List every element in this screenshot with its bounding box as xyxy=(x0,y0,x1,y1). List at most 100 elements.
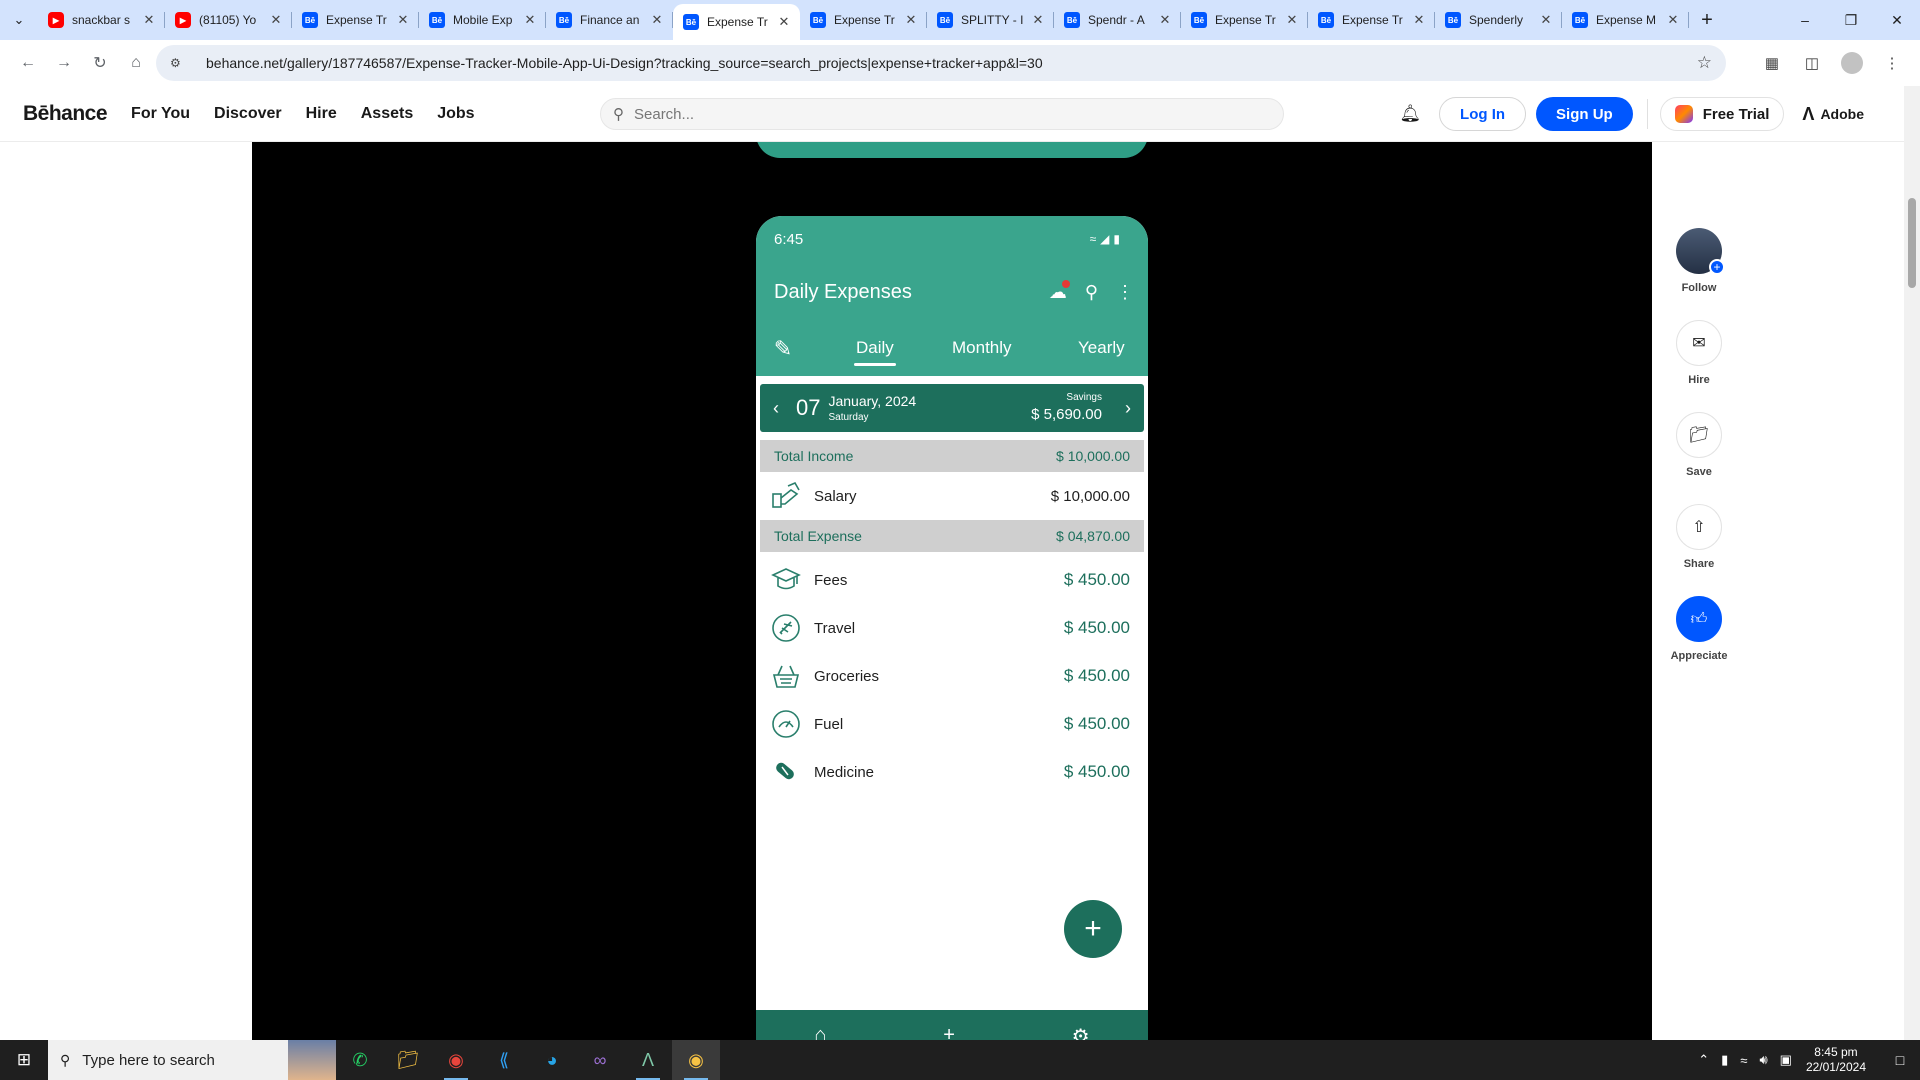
login-button[interactable]: Log In xyxy=(1439,97,1527,131)
list-item[interactable]: Travel $ 450.00 xyxy=(756,604,1148,652)
browser-tab[interactable]: Bē Expense Tr ✕ xyxy=(1181,0,1308,40)
close-tab-icon[interactable]: ✕ xyxy=(1157,12,1173,28)
follow-action[interactable]: + Follow xyxy=(1676,228,1725,294)
nav-assets[interactable]: Assets xyxy=(361,105,413,123)
browser-tab[interactable]: Bē Spendr - A ✕ xyxy=(1054,0,1181,40)
edit-pencil-icon[interactable]: ✎ xyxy=(756,336,810,362)
chrome-icon[interactable]: ◉ xyxy=(432,1040,480,1080)
list-item[interactable]: Fees $ 450.00 xyxy=(756,556,1148,604)
hire-action[interactable]: ✉ Hire xyxy=(1676,320,1722,386)
new-tab-button[interactable]: + xyxy=(1689,9,1725,32)
language-icon[interactable]: ▣ xyxy=(1780,1052,1792,1068)
browser-tab[interactable]: Bē SPLITTY - I ✕ xyxy=(927,0,1054,40)
edge-icon[interactable]: ◕ xyxy=(528,1040,576,1080)
more-vert-icon[interactable]: ⋮ xyxy=(1116,282,1134,303)
tab-daily[interactable]: Daily xyxy=(854,338,896,366)
browser-tab[interactable]: ▶ snackbar s ✕ xyxy=(38,0,165,40)
close-tab-icon[interactable]: ✕ xyxy=(649,12,665,28)
chevron-left-icon[interactable]: ‹ xyxy=(760,398,792,419)
page-scrollbar[interactable] xyxy=(1904,86,1920,1040)
adobe-link[interactable]: Λ Adobe xyxy=(1802,104,1864,125)
close-tab-icon[interactable]: ✕ xyxy=(1284,12,1300,28)
home-icon[interactable]: ⌂ xyxy=(118,45,154,81)
close-tab-icon[interactable]: ✕ xyxy=(776,14,792,30)
forward-icon[interactable]: → xyxy=(46,45,82,81)
chrome-active-icon[interactable]: ◉ xyxy=(672,1040,720,1080)
close-tab-icon[interactable]: ✕ xyxy=(268,12,284,28)
url-text[interactable]: behance.net/gallery/187746587/Expense-Tr… xyxy=(206,55,1043,71)
tab-search-chevron-icon[interactable]: ⌄ xyxy=(0,0,38,40)
folder-icon[interactable]: 📁︎ xyxy=(1676,412,1722,458)
whatsapp-icon[interactable]: ✆ xyxy=(336,1040,384,1080)
close-tab-icon[interactable]: ✕ xyxy=(1665,12,1681,28)
browser-menu-icon[interactable]: ⋮ xyxy=(1872,45,1912,81)
close-tab-icon[interactable]: ✕ xyxy=(1030,12,1046,28)
close-tab-icon[interactable]: ✕ xyxy=(1538,12,1554,28)
owner-avatar[interactable]: + xyxy=(1676,228,1725,275)
reload-icon[interactable]: ↻ xyxy=(82,45,118,81)
scrollbar-thumb[interactable] xyxy=(1908,198,1916,288)
taskbar-search[interactable]: ⚲ Type here to search xyxy=(48,1040,336,1080)
profile-avatar[interactable] xyxy=(1841,52,1863,74)
browser-tab[interactable]: Bē Spenderly ✕ xyxy=(1435,0,1562,40)
free-trial-button[interactable]: Free Trial xyxy=(1659,97,1785,131)
android-studio-icon[interactable]: Λ xyxy=(624,1040,672,1080)
cloud-upload-icon[interactable]: ☁ xyxy=(1049,279,1070,303)
close-tab-icon[interactable]: ✕ xyxy=(395,12,411,28)
nav-for-you[interactable]: For You xyxy=(131,105,190,123)
save-action[interactable]: 📁︎ Save xyxy=(1676,412,1722,478)
browser-tab[interactable]: Bē Expense Tr ✕ xyxy=(673,4,800,40)
battery-icon[interactable]: ▮ xyxy=(1721,1052,1728,1068)
side-panel-icon[interactable]: ◫ xyxy=(1792,45,1832,81)
minimize-icon[interactable]: – xyxy=(1782,0,1828,40)
thumbs-up-icon[interactable]: 👍︎ xyxy=(1676,596,1722,642)
search-icon[interactable]: ⚲ xyxy=(1085,282,1098,303)
share-icon[interactable]: ⇧ xyxy=(1676,504,1722,550)
site-info-icon[interactable]: ⚙ xyxy=(170,56,188,70)
windows-start-icon[interactable]: ⊞ xyxy=(0,1040,48,1080)
show-hidden-icons-icon[interactable]: ⌃ xyxy=(1698,1052,1709,1068)
list-item[interactable]: Groceries $ 450.00 xyxy=(756,652,1148,700)
list-item[interactable]: Fuel $ 450.00 xyxy=(756,700,1148,748)
extensions-icon[interactable]: ▦ xyxy=(1752,45,1792,81)
close-tab-icon[interactable]: ✕ xyxy=(141,12,157,28)
nav-discover[interactable]: Discover xyxy=(214,105,282,123)
close-tab-icon[interactable]: ✕ xyxy=(903,12,919,28)
add-expense-fab[interactable]: + xyxy=(1064,900,1122,958)
browser-tab[interactable]: ▶ (81105) Yo ✕ xyxy=(165,0,292,40)
behance-logo[interactable]: Bēhance xyxy=(23,102,108,126)
vscode-icon[interactable]: ⟪ xyxy=(480,1040,528,1080)
notification-bell-icon[interactable]: 🔔︎ xyxy=(1399,104,1421,124)
chevron-right-icon[interactable]: › xyxy=(1112,398,1144,419)
behance-search-box[interactable]: ⚲ xyxy=(600,98,1284,130)
share-action[interactable]: ⇧ Share xyxy=(1676,504,1722,570)
nav-jobs[interactable]: Jobs xyxy=(437,105,474,123)
behance-search-input[interactable] xyxy=(634,105,1234,123)
bookmark-star-icon[interactable]: ☆ xyxy=(1697,53,1712,73)
browser-tab[interactable]: Bē Expense Tr ✕ xyxy=(292,0,419,40)
list-item[interactable]: Salary $ 10,000.00 xyxy=(756,472,1148,520)
list-item[interactable]: Medicine $ 450.00 xyxy=(756,748,1148,796)
visual-studio-icon[interactable]: ∞ xyxy=(576,1040,624,1080)
browser-tab[interactable]: Bē Mobile Exp ✕ xyxy=(419,0,546,40)
mail-icon[interactable]: ✉ xyxy=(1676,320,1722,366)
add-icon[interactable]: + xyxy=(943,1024,955,1040)
browser-tab[interactable]: Bē Expense Tr ✕ xyxy=(1308,0,1435,40)
tab-yearly[interactable]: Yearly xyxy=(1078,338,1125,358)
browser-tab[interactable]: Bē Finance an ✕ xyxy=(546,0,673,40)
nav-hire[interactable]: Hire xyxy=(306,105,337,123)
tab-monthly[interactable]: Monthly xyxy=(952,338,1012,358)
notifications-icon[interactable]: □ xyxy=(1880,1052,1920,1068)
appreciate-action[interactable]: 👍︎ Appreciate xyxy=(1671,596,1727,662)
back-icon[interactable]: ← xyxy=(10,45,46,81)
wifi-icon[interactable]: ≈ xyxy=(1740,1053,1747,1068)
file-explorer-icon[interactable]: 📁︎ xyxy=(384,1040,432,1080)
close-tab-icon[interactable]: ✕ xyxy=(1411,12,1427,28)
close-tab-icon[interactable]: ✕ xyxy=(522,12,538,28)
browser-tab[interactable]: Bē Expense M ✕ xyxy=(1562,0,1689,40)
restore-icon[interactable]: ❐ xyxy=(1828,0,1874,40)
home-icon[interactable]: ⌂ xyxy=(814,1024,826,1040)
signup-button[interactable]: Sign Up xyxy=(1536,97,1633,131)
url-omnibox[interactable]: ⚙ behance.net/gallery/187746587/Expense-… xyxy=(156,45,1726,81)
follow-plus-icon[interactable]: + xyxy=(1709,259,1725,275)
